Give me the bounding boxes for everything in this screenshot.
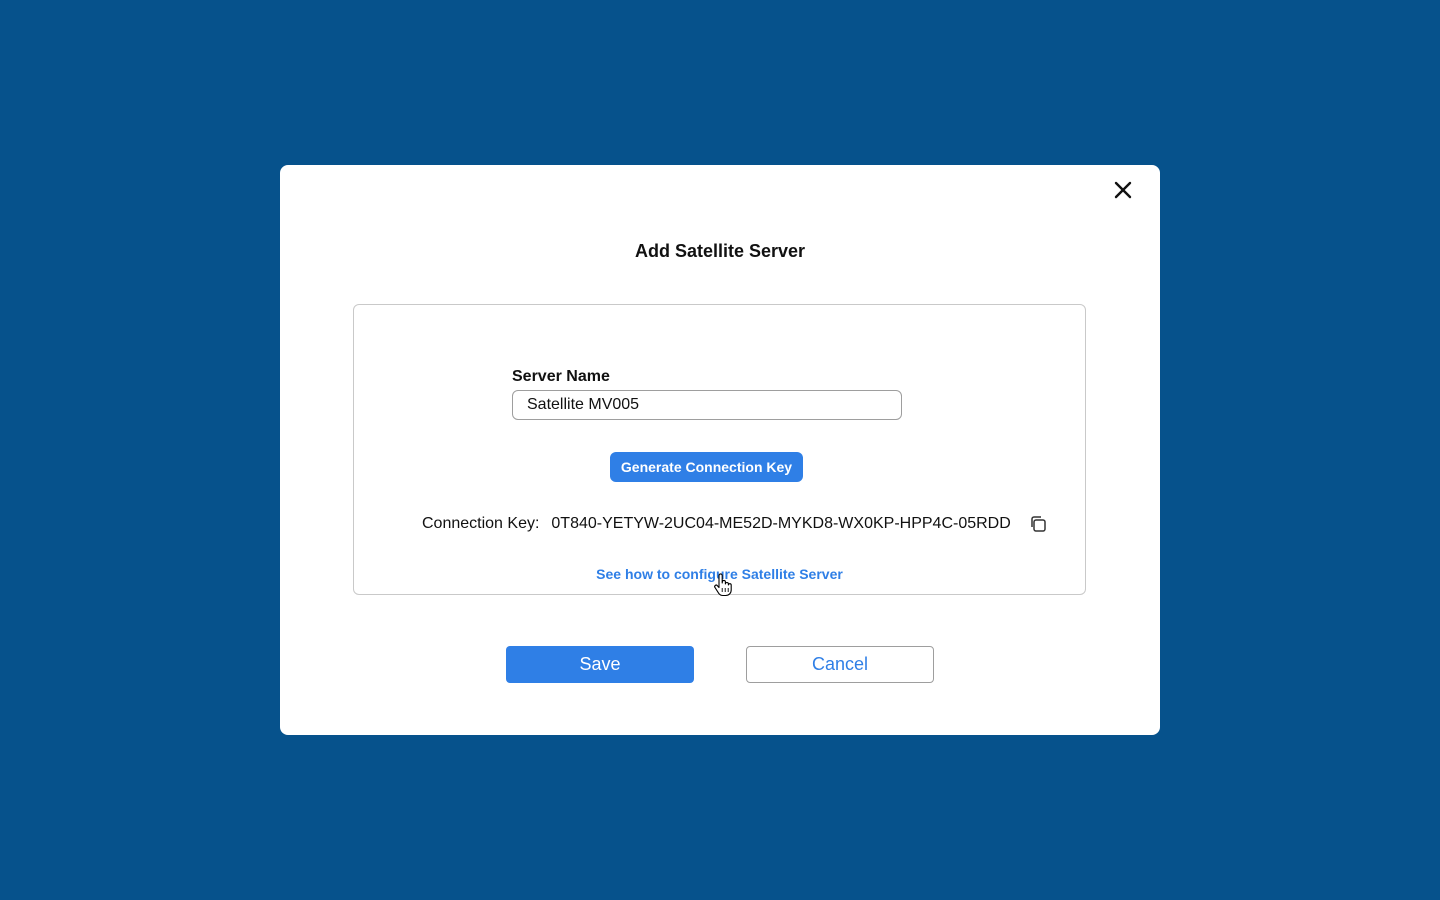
- configure-help-link[interactable]: See how to configure Satellite Server: [354, 566, 1085, 582]
- generate-connection-key-button[interactable]: Generate Connection Key: [610, 452, 803, 482]
- connection-key-value: 0T840-YETYW-2UC04-ME52D-MYKD8-WX0KP-HPP4…: [551, 515, 1011, 532]
- connection-key-row: Connection Key: 0T840-YETYW-2UC04-ME52D-…: [422, 513, 1049, 535]
- add-satellite-server-dialog: Add Satellite Server Server Name Generat…: [280, 165, 1160, 735]
- server-name-label: Server Name: [512, 368, 610, 385]
- cancel-button[interactable]: Cancel: [746, 646, 934, 683]
- dialog-title: Add Satellite Server: [634, 241, 806, 261]
- save-button[interactable]: Save: [506, 646, 694, 683]
- close-button[interactable]: [1112, 179, 1134, 201]
- close-icon: [1114, 181, 1132, 199]
- copy-icon: [1031, 516, 1046, 532]
- connection-key-label: Connection Key:: [422, 515, 540, 532]
- server-form-panel: Server Name Generate Connection Key Conn…: [353, 304, 1086, 595]
- server-name-input[interactable]: [512, 390, 902, 420]
- copy-button[interactable]: [1027, 513, 1049, 535]
